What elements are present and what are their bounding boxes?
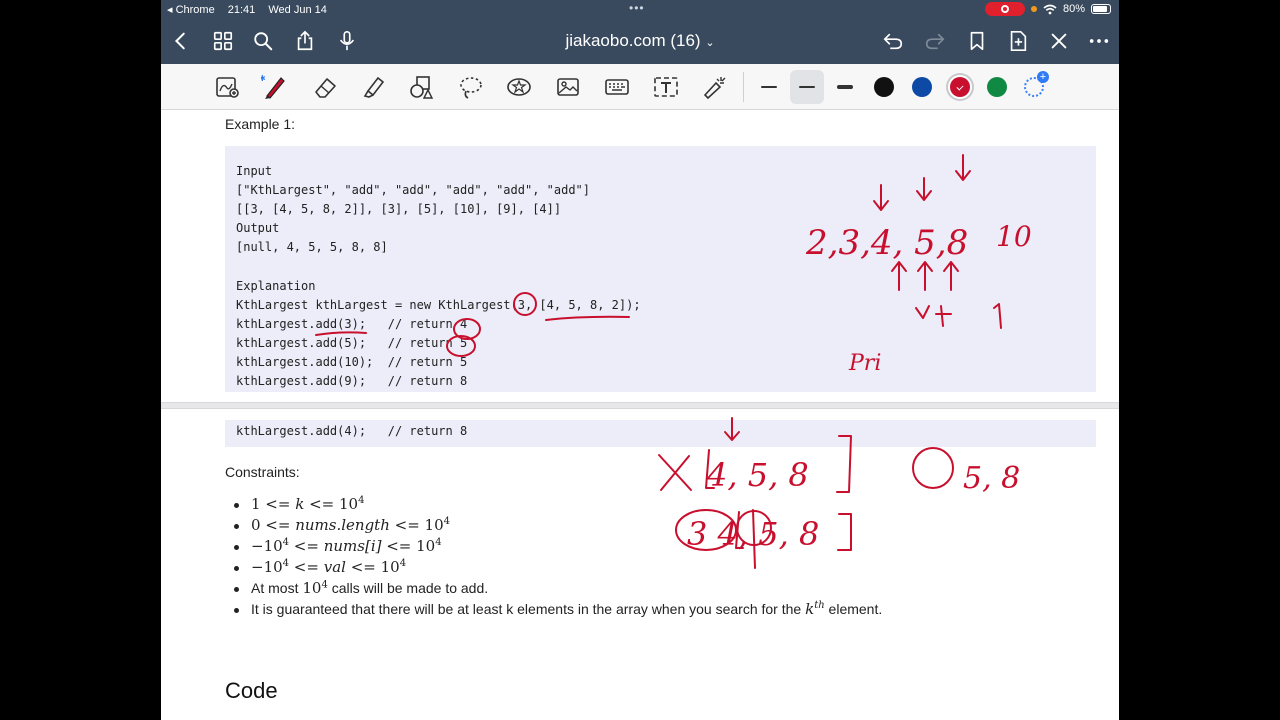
medium-stroke-option[interactable] [790,70,824,104]
constraint-item: 1 <= k <= 104 [251,495,365,513]
back-to-app-link[interactable]: ◂ Chrome [167,4,215,16]
code-line: Explanation [236,278,316,293]
battery-icon [1091,4,1111,14]
image-icon[interactable] [554,73,582,101]
add-color-icon[interactable] [1024,71,1049,97]
thick-stroke-option[interactable] [828,70,862,104]
app-nav-bar: jiakaobo.com (16) ⌄ [161,18,1119,64]
code-line: ["KthLargest", "add", "add", "add", "add… [236,183,591,198]
ipad-screen: ◂ Chrome 21:41 Wed Jun 14 ••• 80% jiakao… [161,0,1119,720]
search-icon[interactable] [251,29,275,53]
status-right: 80% [984,2,1111,16]
highlighter-icon[interactable] [359,73,387,101]
code-line: kthLargest.add(9); // return 8 [236,374,468,389]
color-red-swatch[interactable] [950,77,970,97]
shapes-icon[interactable] [407,73,435,101]
status-date: Wed Jun 14 [268,4,327,16]
chevron-down-icon: ⌄ [705,37,715,49]
code-line: [[3, [4, 5, 8, 2]], [3], [5], [10], [9],… [236,202,562,217]
mic-indicator-icon [1030,6,1037,12]
constraint-item: It is guaranteed that there will be at l… [251,600,883,618]
thumbnails-grid-icon[interactable] [211,29,235,53]
more-options-icon[interactable] [1087,29,1111,53]
multitasking-dots[interactable]: ••• [629,1,645,15]
screen-recording-icon[interactable] [984,2,1025,16]
constraints-heading: Constraints: [225,464,300,480]
color-green-swatch[interactable] [987,77,1007,97]
color-blue-swatch[interactable] [912,77,932,97]
close-pen-mode-icon[interactable] [1047,29,1071,53]
code-line: kthLargest.add(5); // return 5 [236,335,468,350]
code-line: KthLargest kthLargest = new KthLargest(3… [236,297,641,312]
undo-icon[interactable] [881,29,905,53]
constraint-item: −104 <= nums[i] <= 104 [251,537,442,555]
back-chevron-icon[interactable] [169,29,193,53]
text-box-icon[interactable] [652,73,680,101]
laser-pointer-icon[interactable] [701,73,729,101]
pdf-page-content: Example 1: kthLargest.add(4); // return … [161,110,1119,720]
annotation-toolbar: ✱ [161,64,1119,110]
lasso-icon[interactable] [457,73,485,101]
constraint-item: At most 104 calls will be made to add. [251,579,489,597]
microphone-icon[interactable] [335,29,359,53]
code-line: Output [236,221,280,236]
bookmark-icon[interactable] [965,29,989,53]
svg-text:✱: ✱ [261,74,266,83]
code-line: kthLargest.add(3); // return 4 [236,316,468,331]
document-title-button[interactable]: jiakaobo.com (16) ⌄ [565,31,714,50]
bullet [234,608,239,613]
code-line: kthLargest.add(10); // return 5 [236,355,468,369]
code-line: [null, 4, 5, 5, 8, 8] [236,240,388,255]
color-black-swatch[interactable] [874,77,894,97]
bullet [234,524,239,529]
bullet [234,545,239,550]
status-left: ◂ Chrome 21:41 Wed Jun 14 [167,3,337,16]
share-icon[interactable] [293,29,317,53]
example-heading: Example 1: [225,116,296,132]
constraint-item: 0 <= nums.length <= 104 [251,516,450,534]
eraser-icon[interactable] [311,73,339,101]
wifi-icon [1043,4,1057,14]
page-break [161,402,1119,409]
code-line: Input [236,164,273,178]
battery-percent: 80% [1062,3,1085,15]
status-bar: ◂ Chrome 21:41 Wed Jun 14 ••• 80% [161,0,1119,18]
thin-stroke-option[interactable] [752,70,786,104]
constraint-item: −104 <= val <= 104 [251,558,407,576]
pen-tool-icon[interactable]: ✱ [260,73,288,101]
add-page-icon[interactable] [1006,29,1030,53]
toolbar-divider [743,72,744,102]
code-line: kthLargest.add(4); // return 8 [236,424,468,438]
code-section-heading: Code [225,678,278,703]
keyboard-icon[interactable] [603,73,631,101]
bullet [234,566,239,571]
bullet [234,503,239,508]
bullet [234,587,239,592]
status-time: 21:41 [227,4,256,16]
redo-icon[interactable] [923,29,947,53]
lasso-zoom-icon[interactable] [214,73,242,101]
sticker-icon[interactable] [505,73,533,101]
